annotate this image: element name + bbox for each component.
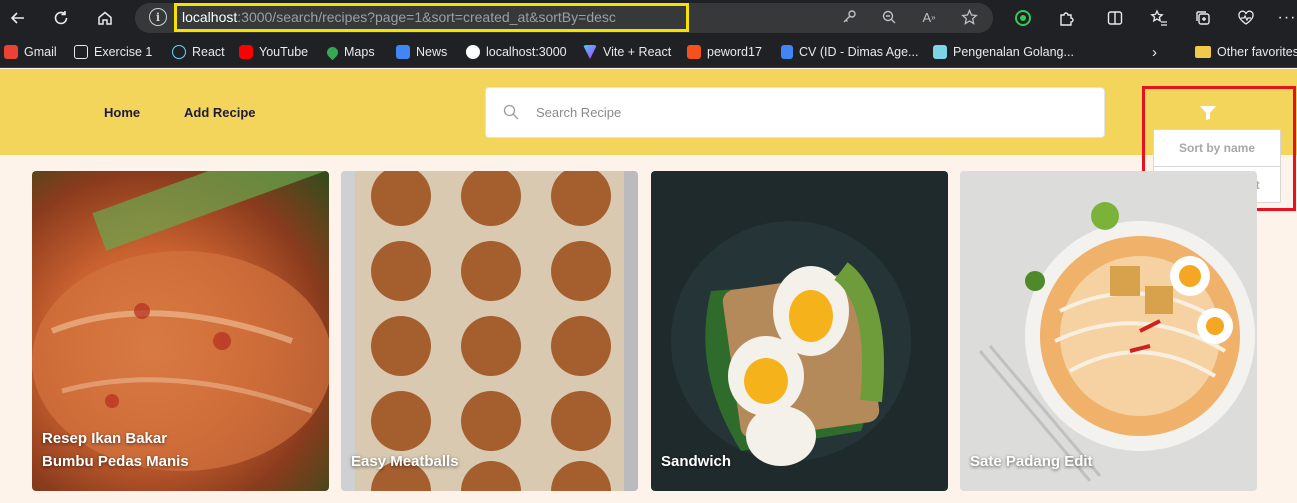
bookmark-label: YouTube bbox=[259, 45, 309, 59]
recipe-title: Easy Meatballs bbox=[351, 453, 459, 470]
bookmark-other-favorites[interactable]: Other favorites bbox=[1195, 44, 1297, 60]
bookmark-label: localhost:3000 bbox=[486, 45, 567, 59]
bookmark-label: CV (ID - Dimas Age... bbox=[799, 45, 919, 59]
url-path: :3000/search/recipes?page=1&sort=created… bbox=[237, 9, 616, 25]
bookmark-golang[interactable]: Pengenalan Golang... bbox=[933, 44, 1074, 60]
bookmarks-bar: Gmail Exercise 1 React YouTube Maps News… bbox=[0, 36, 1297, 68]
favorite-star-icon[interactable] bbox=[960, 8, 978, 26]
filter-icon[interactable] bbox=[1199, 105, 1217, 121]
favorites-icon[interactable] bbox=[1148, 7, 1170, 29]
docs-icon bbox=[781, 45, 793, 59]
zoom-icon[interactable] bbox=[880, 8, 898, 26]
nav-add-recipe-link[interactable]: Add Recipe bbox=[184, 105, 256, 120]
recipe-card[interactable]: Easy Meatballs bbox=[341, 171, 638, 491]
folder-icon bbox=[1195, 46, 1211, 58]
search-input[interactable] bbox=[536, 88, 1096, 137]
bookmark-gmail[interactable]: Gmail bbox=[4, 44, 57, 60]
extensions-puzzle-icon[interactable] bbox=[1055, 7, 1077, 29]
url-host: localhost bbox=[182, 9, 238, 25]
bookmark-label: Exercise 1 bbox=[94, 45, 153, 59]
site-info-icon[interactable]: i bbox=[149, 8, 167, 26]
recipe-card[interactable]: Resep Ikan Bakar Bumbu Pedas Manis bbox=[32, 171, 329, 491]
recipe-card[interactable]: Sandwich bbox=[651, 171, 948, 491]
bookmark-maps[interactable]: Maps bbox=[324, 44, 375, 60]
bookmark-label: peword17 bbox=[707, 45, 762, 59]
bookmark-label: Maps bbox=[344, 45, 375, 59]
collections-icon[interactable] bbox=[1192, 7, 1214, 29]
browser-toolbar: i localhost:3000/search/recipes?page=1&s… bbox=[0, 0, 1297, 36]
gmail-icon bbox=[4, 45, 18, 59]
bookmark-label: Vite + React bbox=[603, 45, 672, 59]
bookmark-peword[interactable]: peword17 bbox=[687, 44, 762, 60]
bookmark-label: News bbox=[416, 45, 448, 59]
bookmark-news[interactable]: News bbox=[396, 44, 447, 60]
bookmark-label: Gmail bbox=[24, 45, 57, 59]
recipe-image-noodle-soup bbox=[978, 202, 1255, 482]
sort-by-name-option[interactable]: Sort by name bbox=[1154, 130, 1280, 167]
maps-pin-icon bbox=[324, 44, 341, 60]
search-box bbox=[485, 87, 1105, 138]
health-icon[interactable] bbox=[1235, 7, 1257, 29]
recipe-image-meatballs bbox=[341, 171, 638, 491]
more-menu-icon[interactable]: ··· bbox=[1276, 7, 1297, 29]
recipe-card[interactable]: Sate Padang Edit bbox=[960, 171, 1257, 491]
nav-home-link[interactable]: Home bbox=[104, 105, 140, 120]
home-icon[interactable] bbox=[93, 6, 117, 30]
golang-icon bbox=[933, 45, 947, 59]
bookmark-youtube[interactable]: YouTube bbox=[239, 44, 308, 60]
bookmark-label: React bbox=[192, 45, 225, 59]
extension-circle-icon[interactable] bbox=[1012, 7, 1034, 29]
bookmarks-overflow-chevron-icon[interactable]: › bbox=[1152, 44, 1157, 61]
bookmark-label: Pengenalan Golang... bbox=[953, 45, 1074, 59]
bookmark-cv[interactable]: CV (ID - Dimas Age... bbox=[781, 44, 918, 60]
bookmark-react[interactable]: React bbox=[172, 44, 225, 60]
search-icon bbox=[503, 104, 519, 120]
peword-icon bbox=[687, 45, 701, 59]
split-screen-icon[interactable] bbox=[1104, 7, 1126, 29]
recipe-title: Resep Ikan Bakar Bumbu Pedas Manis bbox=[42, 430, 189, 470]
vite-icon bbox=[583, 45, 597, 59]
key-icon[interactable] bbox=[840, 8, 858, 26]
react-icon bbox=[172, 45, 186, 59]
refresh-icon[interactable] bbox=[49, 6, 73, 30]
recipe-title: Sandwich bbox=[661, 453, 732, 470]
triangle-icon bbox=[466, 45, 480, 59]
bookmark-label: Other favorites bbox=[1217, 45, 1297, 59]
recipe-title: Sate Padang Edit bbox=[970, 453, 1093, 470]
news-icon bbox=[396, 45, 410, 59]
bookmark-localhost[interactable]: localhost:3000 bbox=[466, 44, 567, 60]
page-icon bbox=[74, 45, 88, 59]
app-header: Home Add Recipe bbox=[0, 69, 1297, 155]
back-icon[interactable] bbox=[6, 6, 30, 30]
url-text[interactable]: localhost:3000/search/recipes?page=1&sor… bbox=[182, 9, 616, 25]
bookmark-vite[interactable]: Vite + React bbox=[583, 44, 671, 60]
recipe-image-sandwich bbox=[671, 221, 911, 466]
youtube-icon bbox=[239, 45, 253, 59]
bookmark-exercise[interactable]: Exercise 1 bbox=[74, 44, 152, 60]
read-aloud-icon[interactable]: A» bbox=[920, 8, 938, 26]
